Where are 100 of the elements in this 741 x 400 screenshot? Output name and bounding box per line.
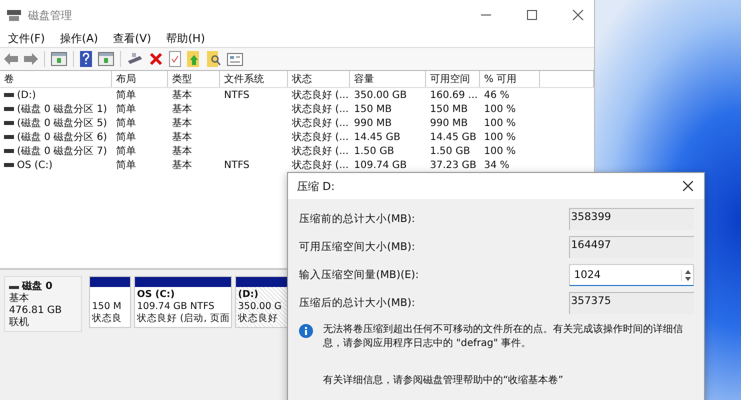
window-title: 磁盘管理 bbox=[28, 8, 72, 22]
table-cell[interactable]: (磁盘 0 磁盘分区 7) bbox=[17, 144, 108, 158]
table-cell-text: 基本 bbox=[172, 116, 192, 130]
table-cell: 100 % bbox=[484, 146, 516, 156]
partition-size: 109.74 GB NTFS bbox=[137, 301, 216, 313]
properties-icon[interactable] bbox=[227, 52, 243, 66]
column-header[interactable]: 文件系统 bbox=[220, 71, 288, 87]
table-cell[interactable]: (D:) bbox=[17, 90, 36, 100]
close-icon[interactable] bbox=[683, 181, 693, 191]
table-cell-text: 简单 bbox=[116, 102, 136, 116]
column-header[interactable]: 布局 bbox=[112, 71, 168, 87]
back-arrow-icon[interactable] bbox=[4, 53, 18, 65]
column-header[interactable]: 状态 bbox=[288, 71, 350, 87]
readonly-field: 358399 bbox=[569, 208, 694, 230]
menu-item[interactable]: 查看(V) bbox=[113, 31, 152, 46]
table-cell[interactable]: OS (C:) bbox=[17, 160, 53, 170]
field-label: 压缩前的总计大小(MB): bbox=[299, 212, 415, 226]
table-cell-text: 基本 bbox=[172, 144, 192, 158]
field-label: 压缩后的总计大小(MB): bbox=[299, 296, 415, 310]
info-message: 无法将卷压缩到超出任何不可移动的文件所在的点。有关完成该操作时间的详细信息，请参阅应用程序日志中的 "defrag" 事件。 bbox=[323, 323, 684, 351]
field-label: 可用压缩空间大小(MB): bbox=[299, 240, 415, 254]
disk-label-card[interactable]: 磁盘 0 基本 476.81 GB 联机 bbox=[4, 276, 82, 332]
readonly-field: 164497 bbox=[569, 236, 694, 258]
dialog-title: 压缩 D: bbox=[297, 178, 335, 194]
disk-management-icon bbox=[6, 8, 22, 22]
table-cell-text: 状态良好 (... bbox=[292, 102, 349, 116]
column-header[interactable]: 容量 bbox=[350, 71, 426, 87]
disk-size: 476.81 GB bbox=[9, 305, 63, 316]
spin-up-icon[interactable] bbox=[685, 270, 691, 274]
panel-icon[interactable] bbox=[98, 52, 114, 66]
table-cell[interactable]: (磁盘 0 磁盘分区 1) bbox=[17, 102, 108, 116]
menu-item[interactable]: 操作(A) bbox=[60, 31, 98, 46]
table-cell: 990 MB bbox=[354, 118, 392, 128]
drive-icon[interactable] bbox=[127, 53, 143, 65]
delete-icon[interactable] bbox=[149, 52, 163, 66]
table-cell: 150 MB bbox=[354, 104, 392, 114]
table-cell: 160.69 ... bbox=[430, 90, 478, 100]
partition-status: 状态良好 (启动, 页面 bbox=[137, 313, 229, 325]
close-icon[interactable] bbox=[572, 9, 584, 21]
table-cell-text: 基本 bbox=[172, 130, 192, 144]
partition-name: OS (C:) bbox=[137, 289, 176, 301]
help-text: 有关详细信息，请参阅磁盘管理帮助中的“收缩基本卷” bbox=[323, 374, 564, 387]
table-cell-text: 基本 bbox=[172, 158, 192, 172]
readonly-field: 357375 bbox=[569, 292, 694, 314]
column-header[interactable]: 类型 bbox=[168, 71, 220, 87]
menu-item[interactable]: 帮助(H) bbox=[166, 31, 205, 46]
table-cell: 14.45 GB bbox=[430, 132, 476, 142]
disk-type: 基本 bbox=[9, 293, 30, 305]
menu-item[interactable]: 文件(F) bbox=[8, 31, 45, 46]
table-cell-text: 状态良好 (... bbox=[292, 158, 349, 172]
table-cell: 990 MB bbox=[430, 118, 468, 128]
table-cell-text: 简单 bbox=[116, 88, 136, 102]
help-icon[interactable] bbox=[80, 51, 92, 67]
spin-down-icon[interactable] bbox=[685, 276, 691, 280]
partition-status: 状态良好 bbox=[238, 313, 279, 325]
table-cell: 46 % bbox=[484, 90, 510, 100]
table-cell-text: 状态良好 (... bbox=[292, 130, 349, 144]
table-cell: 100 % bbox=[484, 104, 516, 114]
partition-name: (D:) bbox=[238, 289, 260, 301]
partition-size: 350.00 G bbox=[238, 301, 283, 313]
table-cell-text: 状态良好 (... bbox=[292, 88, 349, 102]
table-cell: 37.23 GB bbox=[430, 160, 476, 170]
column-header[interactable]: 卷 bbox=[0, 71, 112, 87]
table-cell-text: 状态良好 (... bbox=[292, 144, 349, 158]
maximize-icon[interactable] bbox=[526, 9, 538, 21]
column-header[interactable]: % 可用 bbox=[480, 71, 540, 87]
table-cell-text: 状态良好 (... bbox=[292, 116, 349, 130]
table-cell-text: 简单 bbox=[116, 158, 136, 172]
field-label: 输入压缩空间量(MB)(E): bbox=[299, 268, 419, 282]
forward-arrow-icon[interactable] bbox=[24, 53, 38, 65]
partition-status: 状态良 bbox=[92, 313, 123, 325]
partition-block[interactable]: (D:) 350.00 G 状态良好 bbox=[235, 276, 289, 328]
table-cell: NTFS bbox=[224, 90, 250, 100]
table-cell[interactable]: (磁盘 0 磁盘分区 6) bbox=[17, 130, 108, 144]
partition-block[interactable]: OS (C:) 109.74 GB NTFS 状态良好 (启动, 页面 bbox=[134, 276, 232, 328]
table-cell: 1.50 GB bbox=[354, 146, 394, 156]
column-header[interactable]: 可用空间 bbox=[426, 71, 480, 87]
partition-block[interactable]: 150 M 状态良 bbox=[89, 276, 131, 328]
table-cell: 109.74 GB bbox=[354, 160, 407, 170]
table-cell: 150 MB bbox=[430, 104, 468, 114]
partition-size: 150 M bbox=[92, 301, 122, 313]
table-cell[interactable]: (磁盘 0 磁盘分区 5) bbox=[17, 116, 108, 130]
table-cell: NTFS bbox=[224, 160, 250, 170]
table-cell-text: 基本 bbox=[172, 88, 192, 102]
spin-field[interactable]: 1024 bbox=[569, 264, 694, 286]
check-document-icon[interactable] bbox=[169, 51, 181, 67]
table-cell-text: 简单 bbox=[116, 144, 136, 158]
table-cell: 34 % bbox=[484, 160, 510, 170]
table-cell: 1.50 GB bbox=[430, 146, 470, 156]
table-cell-text: 简单 bbox=[116, 130, 136, 144]
table-cell: 14.45 GB bbox=[354, 132, 400, 142]
panel-icon[interactable] bbox=[51, 52, 67, 66]
disk-name: 磁盘 0 bbox=[22, 281, 52, 292]
table-cell-text: 简单 bbox=[116, 116, 136, 130]
disk-status: 联机 bbox=[9, 317, 30, 329]
folder-search-icon[interactable] bbox=[207, 51, 221, 67]
info-icon bbox=[299, 324, 313, 338]
table-cell-text: 基本 bbox=[172, 102, 192, 116]
table-cell: 350.00 GB bbox=[354, 90, 407, 100]
table-cell: 100 % bbox=[484, 132, 516, 142]
